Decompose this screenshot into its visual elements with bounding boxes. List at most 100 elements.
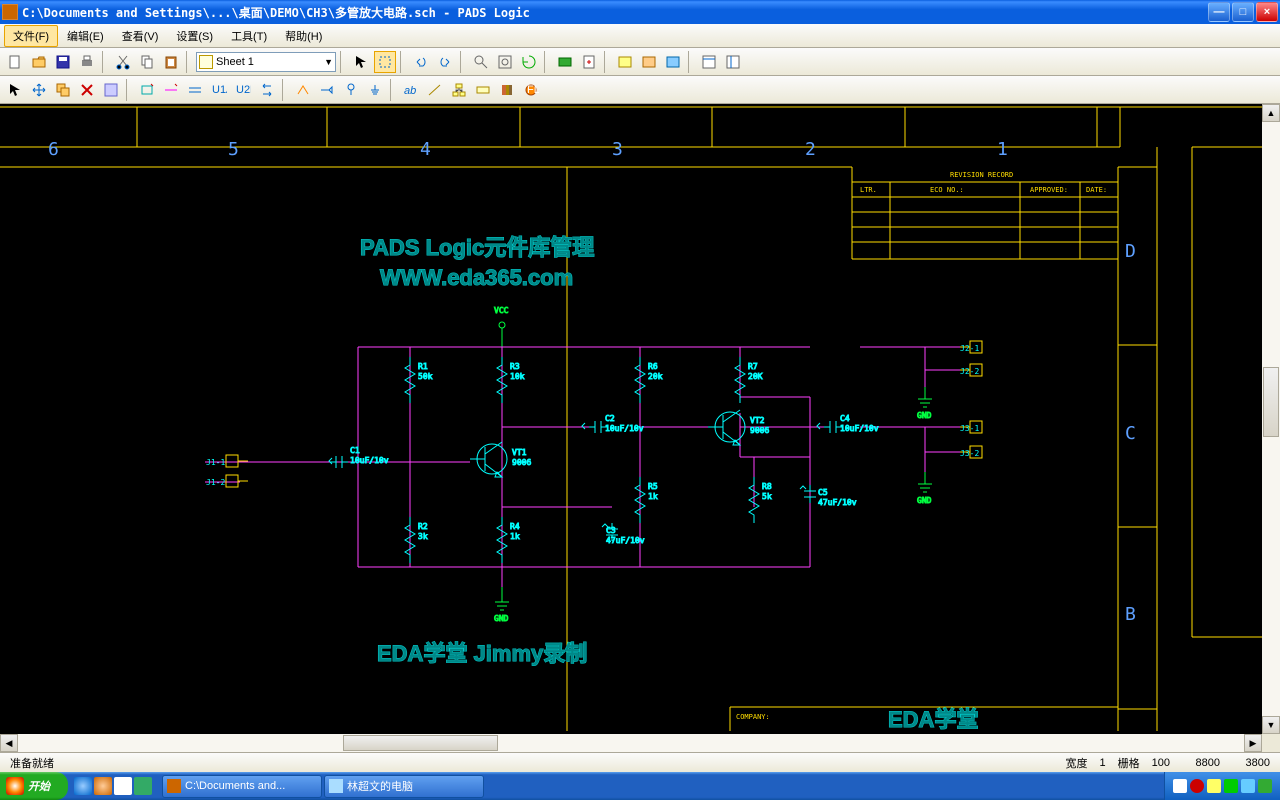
add-connection-icon[interactable] bbox=[160, 79, 182, 101]
vertical-scrollbar[interactable]: ▲ ▼ bbox=[1262, 104, 1280, 734]
redraw-icon[interactable] bbox=[518, 51, 540, 73]
copy-icon[interactable] bbox=[136, 51, 158, 73]
svg-text:R2: R2 bbox=[418, 522, 428, 531]
scroll-up-icon[interactable]: ▲ bbox=[1262, 104, 1280, 122]
ole-icon[interactable] bbox=[662, 51, 684, 73]
scroll-corner bbox=[1262, 734, 1280, 752]
redo-icon[interactable] bbox=[434, 51, 456, 73]
status-grid-label: 栅格 bbox=[1112, 755, 1146, 771]
status-width: 1 bbox=[1094, 757, 1112, 769]
tray-monitor-icon[interactable] bbox=[1241, 779, 1255, 793]
add-ground-icon[interactable]: U2B bbox=[232, 79, 254, 101]
menu-setup[interactable]: 设置(S) bbox=[167, 25, 222, 47]
tray-network-icon[interactable] bbox=[1224, 779, 1238, 793]
options-icon[interactable]: FLD bbox=[520, 79, 542, 101]
close-button[interactable]: × bbox=[1256, 2, 1278, 22]
scroll-down-icon[interactable]: ▼ bbox=[1262, 716, 1280, 734]
add-pwr-icon[interactable] bbox=[340, 79, 362, 101]
open-icon[interactable] bbox=[28, 51, 50, 73]
svg-text:GND: GND bbox=[494, 614, 509, 623]
svg-text:20K: 20K bbox=[748, 372, 763, 381]
add-gnd-icon[interactable] bbox=[364, 79, 386, 101]
properties-icon[interactable] bbox=[100, 79, 122, 101]
svg-text:C4: C4 bbox=[840, 414, 850, 423]
move-icon[interactable] bbox=[28, 79, 50, 101]
cut-icon[interactable] bbox=[112, 51, 134, 73]
canvas-area: 6 5 4 3 2 1 D C B REVISION RECORD LTR. E… bbox=[0, 104, 1280, 752]
svg-text:EDA学堂 Jimmy录制: EDA学堂 Jimmy录制 bbox=[377, 641, 587, 666]
report-icon[interactable] bbox=[638, 51, 660, 73]
ie-icon[interactable] bbox=[74, 777, 92, 795]
svg-text:J1-2: J1-2 bbox=[206, 478, 225, 487]
svg-text:ECO NO.:: ECO NO.: bbox=[930, 186, 964, 194]
svg-text:6: 6 bbox=[48, 139, 59, 160]
menu-tool[interactable]: 工具(T) bbox=[222, 25, 276, 47]
task-pads[interactable]: C:\Documents and... bbox=[162, 775, 322, 798]
print-icon[interactable] bbox=[76, 51, 98, 73]
maximize-button[interactable]: □ bbox=[1232, 2, 1254, 22]
svg-text:5: 5 bbox=[228, 139, 239, 160]
library-icon[interactable] bbox=[496, 79, 518, 101]
svg-text:10k: 10k bbox=[510, 372, 525, 381]
scroll-left-icon[interactable]: ◀ bbox=[0, 734, 18, 752]
add-net-icon[interactable] bbox=[292, 79, 314, 101]
media-icon[interactable] bbox=[94, 777, 112, 795]
area-select-icon[interactable] bbox=[374, 51, 396, 73]
field-icon[interactable] bbox=[472, 79, 494, 101]
svg-text:VT1: VT1 bbox=[512, 448, 527, 457]
svg-text:C1: C1 bbox=[350, 446, 360, 455]
add-part-icon[interactable] bbox=[136, 79, 158, 101]
tray-usb-icon[interactable] bbox=[1258, 779, 1272, 793]
select-icon[interactable] bbox=[350, 51, 372, 73]
add-power-icon[interactable]: U1A bbox=[208, 79, 230, 101]
svg-text:R3: R3 bbox=[510, 362, 520, 371]
line-icon[interactable] bbox=[424, 79, 446, 101]
minimize-button[interactable]: — bbox=[1208, 2, 1230, 22]
output-window-icon[interactable] bbox=[698, 51, 720, 73]
system-tray[interactable] bbox=[1164, 772, 1280, 800]
menu-help[interactable]: 帮助(H) bbox=[276, 25, 331, 47]
desktop-icon[interactable] bbox=[134, 777, 152, 795]
project-window-icon[interactable] bbox=[722, 51, 744, 73]
duplicate-icon[interactable] bbox=[52, 79, 74, 101]
tray-shield-icon[interactable] bbox=[1190, 779, 1204, 793]
part-list-icon[interactable] bbox=[614, 51, 636, 73]
save-icon[interactable] bbox=[52, 51, 74, 73]
tray-volume-icon[interactable] bbox=[1207, 779, 1221, 793]
svg-text:R6: R6 bbox=[648, 362, 658, 371]
scroll-right-icon[interactable]: ▶ bbox=[1244, 734, 1262, 752]
pointer-icon[interactable] bbox=[4, 79, 26, 101]
undo-icon[interactable] bbox=[410, 51, 432, 73]
schematic-canvas[interactable]: 6 5 4 3 2 1 D C B REVISION RECORD LTR. E… bbox=[0, 104, 1262, 734]
taskbar: 开始 C:\Documents and... 林超文的电脑 bbox=[0, 772, 1280, 800]
new-icon[interactable] bbox=[4, 51, 26, 73]
horizontal-scrollbar[interactable]: ◀ ▶ bbox=[0, 734, 1262, 752]
task-buttons: C:\Documents and... 林超文的电脑 bbox=[158, 775, 1164, 798]
sheet-selector[interactable]: Sheet 1 ▼ bbox=[196, 52, 336, 72]
qq-icon[interactable] bbox=[114, 777, 132, 795]
add-offpage-icon[interactable] bbox=[316, 79, 338, 101]
delete-icon[interactable] bbox=[76, 79, 98, 101]
zoom-window-icon[interactable] bbox=[494, 51, 516, 73]
start-button[interactable]: 开始 bbox=[0, 772, 68, 800]
to-pcb-icon[interactable] bbox=[554, 51, 576, 73]
svg-text:1k: 1k bbox=[648, 492, 658, 501]
windows-logo-icon bbox=[6, 777, 24, 795]
menu-file[interactable]: 文件(F) bbox=[4, 25, 58, 47]
new-sheet-icon[interactable] bbox=[578, 51, 600, 73]
zoom-icon[interactable] bbox=[470, 51, 492, 73]
paste-icon[interactable] bbox=[160, 51, 182, 73]
svg-text:R1: R1 bbox=[418, 362, 428, 371]
add-bus-icon[interactable] bbox=[184, 79, 206, 101]
text-icon[interactable]: ab bbox=[400, 79, 422, 101]
tray-keyboard-icon[interactable] bbox=[1173, 779, 1187, 793]
hierarchy-icon[interactable] bbox=[448, 79, 470, 101]
swap-icon[interactable] bbox=[256, 79, 278, 101]
svg-text:FLD: FLD bbox=[527, 84, 539, 96]
svg-text:20k: 20k bbox=[648, 372, 663, 381]
task-explorer[interactable]: 林超文的电脑 bbox=[324, 775, 484, 798]
svg-text:GND: GND bbox=[917, 496, 932, 505]
menu-edit[interactable]: 编辑(E) bbox=[58, 25, 113, 47]
svg-text:C3: C3 bbox=[606, 526, 616, 535]
menu-view[interactable]: 查看(V) bbox=[113, 25, 168, 47]
